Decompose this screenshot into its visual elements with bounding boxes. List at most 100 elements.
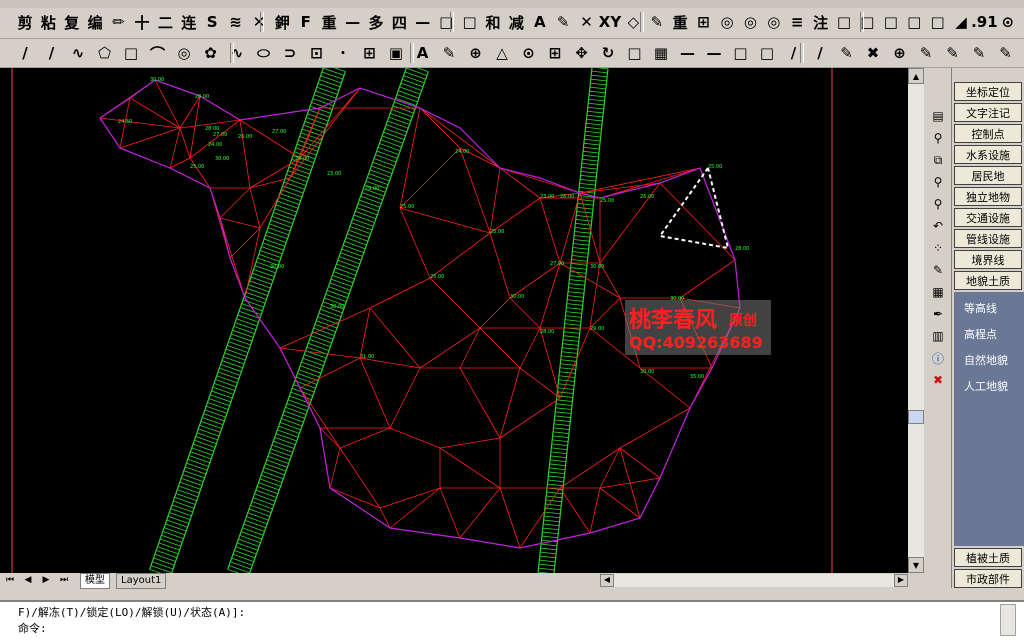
toolbar1-button-29[interactable]: ⊞ [693, 11, 715, 33]
toolbar2-button-3[interactable]: ⬠ [94, 42, 116, 64]
panel-button-6[interactable]: 交通设施 [954, 208, 1022, 227]
prev-tab-icon[interactable]: ◀ [22, 574, 34, 586]
toolbar1-button-21[interactable]: 减 [505, 11, 527, 33]
panel-button-7[interactable]: 管线设施 [954, 229, 1022, 248]
toolbar2-button-21[interactable]: ✥ [571, 42, 593, 64]
toolbar1-button-37[interactable]: □ [880, 11, 902, 33]
toolbar1-button-17[interactable]: — [412, 11, 434, 33]
undo-icon[interactable]: ↶ [930, 218, 946, 234]
toolbar2-button-22[interactable]: ↻ [597, 42, 619, 64]
toolbar1-button-10[interactable]: ✕ [248, 11, 270, 33]
toolbar2-button-17[interactable]: ⊕ [465, 42, 487, 64]
toolbar1-button-32[interactable]: ◎ [763, 11, 785, 33]
toolbar2-button-9[interactable]: ⬭ [253, 42, 275, 64]
toolbar1-button-39[interactable]: □ [927, 11, 949, 33]
toolbar2-button-2[interactable]: ∿ [67, 42, 89, 64]
toolbar1-button-22[interactable]: A [529, 11, 551, 33]
toolbar1-button-34[interactable]: 注 [810, 11, 832, 33]
tab-model[interactable]: 模型 [80, 573, 110, 589]
toolbar1-button-20[interactable]: 和 [482, 11, 504, 33]
toolbar2-button-31[interactable]: ✎ [836, 42, 858, 64]
toolbar1-button-19[interactable]: □ [459, 11, 481, 33]
toolbar1-button-6[interactable]: 二 [154, 11, 176, 33]
panel-button-3[interactable]: 水系设施 [954, 145, 1022, 164]
panel-bottom-button-1[interactable]: 市政部件 [954, 569, 1022, 588]
scroll-up-button[interactable]: ▲ [908, 68, 924, 84]
panel-button-9[interactable]: 地貌土质 [954, 271, 1022, 290]
toolbar1-button-42[interactable]: ⊙ [997, 11, 1019, 33]
scroll-left-button[interactable]: ◀ [600, 574, 614, 587]
toolbar2-button-28[interactable]: □ [756, 42, 778, 64]
toolbar1-button-9[interactable]: ≋ [225, 11, 247, 33]
toolbar1-button-31[interactable]: ◎ [739, 11, 761, 33]
toolbar1-button-16[interactable]: 四 [388, 11, 410, 33]
toolbar2-button-32[interactable]: ✖ [862, 42, 884, 64]
toolbar2-button-0[interactable]: / [14, 42, 36, 64]
toolbar2-button-34[interactable]: ✎ [915, 42, 937, 64]
toolbar1-button-15[interactable]: 多 [365, 11, 387, 33]
edit-icon[interactable]: ✎ [930, 262, 946, 278]
toolbar1-button-41[interactable]: .91 [971, 11, 998, 33]
toolbar2-button-12[interactable]: · [332, 42, 354, 64]
copy-icon[interactable]: ⧉ [930, 152, 946, 168]
terrain-item-3[interactable]: 人工地貌 [964, 378, 1008, 394]
panel-button-4[interactable]: 居民地 [954, 166, 1022, 185]
toolbar1-button-13[interactable]: 重 [318, 11, 340, 33]
toolbar2-button-26[interactable]: — [703, 42, 725, 64]
close-icon[interactable]: ✖ [930, 372, 946, 388]
toolbar1-button-27[interactable]: ✎ [646, 11, 668, 33]
toolbar2-button-7[interactable]: ✿ [200, 42, 222, 64]
toolbar2-button-6[interactable]: ◎ [173, 42, 195, 64]
toolbar2-button-11[interactable]: ⊡ [306, 42, 328, 64]
toolbar2-button-33[interactable]: ⊕ [889, 42, 911, 64]
toolbar1-button-0[interactable]: 剪 [14, 11, 36, 33]
toolbar2-button-25[interactable]: — [677, 42, 699, 64]
panel-button-2[interactable]: 控制点 [954, 124, 1022, 143]
panel-button-1[interactable]: 文字注记 [954, 103, 1022, 122]
toolbar1-button-33[interactable]: ≡ [786, 11, 808, 33]
command-scrollbar[interactable] [1000, 604, 1016, 636]
next-tab-icon[interactable]: ▶ [40, 574, 52, 586]
scroll-right-button[interactable]: ▶ [894, 574, 908, 587]
zoom-icon-3[interactable]: ⚲ [930, 196, 946, 212]
toolbar2-button-19[interactable]: ⊙ [518, 42, 540, 64]
scroll-thumb[interactable] [908, 410, 924, 424]
terrain-item-0[interactable]: 等高线 [964, 300, 997, 316]
grid-icon[interactable]: ▦ [930, 284, 946, 300]
command-prompt[interactable]: 命令: [18, 620, 47, 636]
toolbar2-button-27[interactable]: □ [730, 42, 752, 64]
panel-button-8[interactable]: 境界线 [954, 250, 1022, 269]
vertical-scrollbar[interactable]: ▲ ▼ [908, 68, 924, 573]
toolbar2-button-13[interactable]: ⊞ [359, 42, 381, 64]
toolbar1-button-5[interactable]: 十 [131, 11, 153, 33]
zoom-icon-2[interactable]: ⚲ [930, 174, 946, 190]
scroll-down-button[interactable]: ▼ [908, 557, 924, 573]
toolbar1-button-35[interactable]: □ [833, 11, 855, 33]
toolbar1-button-28[interactable]: 重 [669, 11, 691, 33]
toolbar2-button-24[interactable]: ▦ [650, 42, 672, 64]
toolbar1-button-38[interactable]: □ [903, 11, 925, 33]
zoom-icon[interactable]: ⚲ [930, 130, 946, 146]
info-icon[interactable]: ⓘ [930, 350, 946, 366]
tab-layout1[interactable]: Layout1 [116, 573, 167, 589]
toolbar2-button-30[interactable]: ∕ [809, 42, 831, 64]
toolbar1-button-12[interactable]: F [295, 11, 317, 33]
first-tab-icon[interactable]: ⏮ [4, 574, 16, 586]
points-icon[interactable]: ⁘ [930, 240, 946, 256]
horizontal-scrollbar[interactable]: ◀ ▶ [600, 574, 908, 587]
toolbar1-button-1[interactable]: 粘 [37, 11, 59, 33]
terrain-item-2[interactable]: 自然地貌 [964, 352, 1008, 368]
panel-button-0[interactable]: 坐标定位 [954, 82, 1022, 101]
toolbar2-button-23[interactable]: □ [624, 42, 646, 64]
table-icon[interactable]: ▥ [930, 328, 946, 344]
toolbar2-button-18[interactable]: △ [491, 42, 513, 64]
toolbar2-button-10[interactable]: ⊃ [279, 42, 301, 64]
layer-icon[interactable]: ▤ [930, 108, 946, 124]
cad-drawing[interactable]: 30.00 28.00 24.50 28.00 27.00 24.00 30.00 25.00… [0, 68, 908, 573]
toolbar1-button-8[interactable]: S [201, 11, 223, 33]
toolbar1-button-3[interactable]: 编 [84, 11, 106, 33]
terrain-item-1[interactable]: 高程点 [964, 326, 997, 342]
toolbar1-button-11[interactable]: 鉀 [271, 11, 293, 33]
toolbar2-button-15[interactable]: A [412, 42, 434, 64]
panel-bottom-button-0[interactable]: 植被土质 [954, 548, 1022, 567]
